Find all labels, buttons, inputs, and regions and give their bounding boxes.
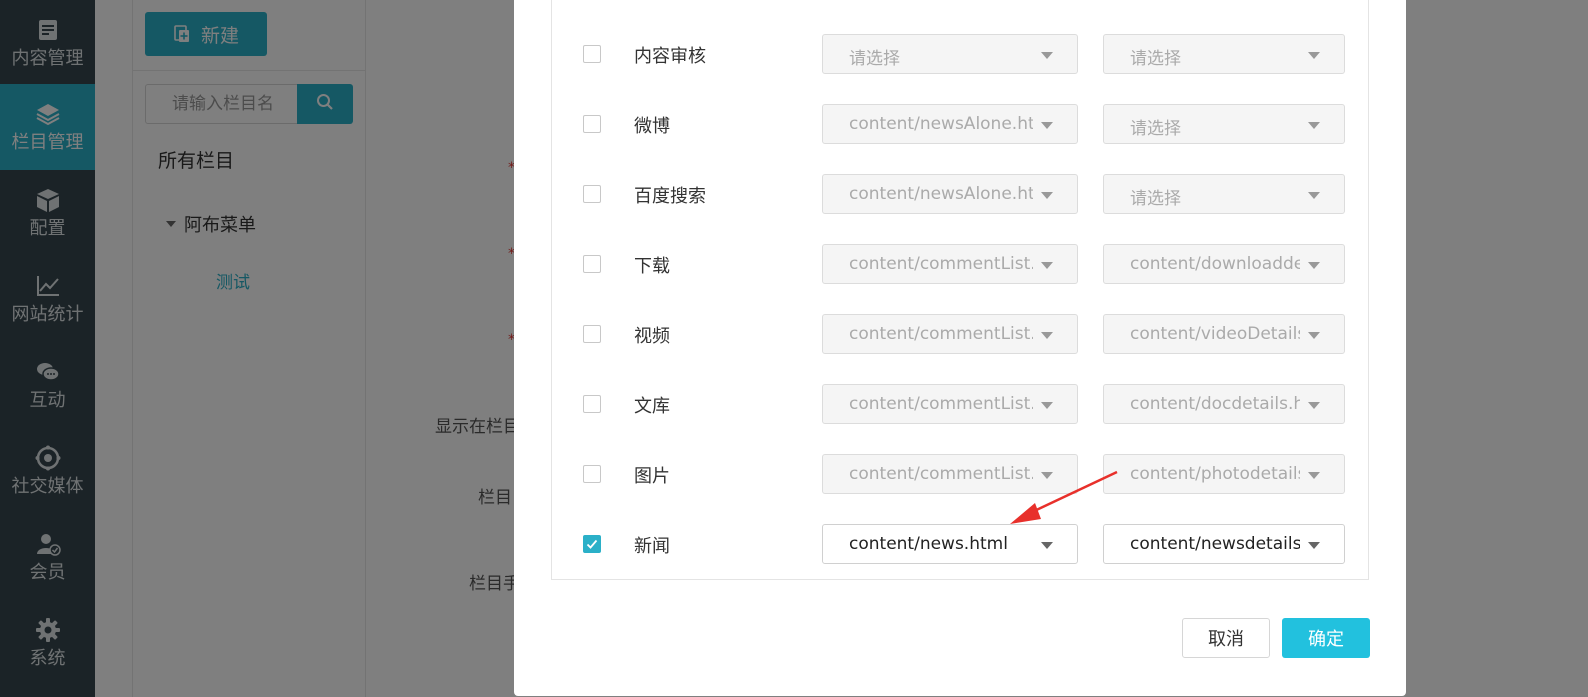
row-label: 文库 bbox=[634, 396, 670, 417]
row-label: 百度搜索 bbox=[634, 186, 706, 207]
caret-down-icon bbox=[1041, 262, 1053, 269]
row-checkbox[interactable] bbox=[583, 185, 601, 203]
list-template-select[interactable]: content/commentList.html bbox=[822, 384, 1078, 424]
select-value: content/news.html bbox=[849, 534, 1008, 554]
caret-down-icon bbox=[1308, 542, 1320, 549]
select-value: content/downloaddetails.html bbox=[1130, 254, 1300, 274]
list-template-select[interactable]: content/commentList.html bbox=[822, 314, 1078, 354]
select-value: content/commentList.html bbox=[849, 394, 1033, 414]
row-label: 视频 bbox=[634, 326, 670, 347]
model-row: 视频 content/commentList.html content/vide… bbox=[0, 299, 1588, 369]
model-row: 百度搜索 content/newsAlone.html 请选择 bbox=[0, 159, 1588, 229]
caret-down-icon bbox=[1041, 332, 1053, 339]
list-template-select[interactable]: 请选择 bbox=[822, 34, 1078, 74]
caret-down-icon bbox=[1041, 472, 1053, 479]
list-template-select[interactable]: content/news.html bbox=[822, 524, 1078, 564]
select-value: 请选择 bbox=[1130, 119, 1181, 139]
row-checkbox[interactable] bbox=[583, 255, 601, 273]
list-template-select[interactable]: content/commentList.html bbox=[822, 454, 1078, 494]
select-value: content/newsAlone.html bbox=[849, 114, 1033, 134]
row-label: 微博 bbox=[634, 116, 670, 137]
row-label: 新闻 bbox=[634, 536, 670, 557]
list-template-select[interactable]: content/newsAlone.html bbox=[822, 174, 1078, 214]
row-label: 图片 bbox=[634, 466, 670, 487]
select-value: content/videoDetails.html bbox=[1130, 324, 1300, 344]
select-value: content/photodetails.html bbox=[1130, 464, 1300, 484]
caret-down-icon bbox=[1308, 472, 1320, 479]
detail-template-select[interactable]: 请选择 bbox=[1103, 174, 1345, 214]
select-value: 请选择 bbox=[1130, 49, 1181, 69]
row-checkbox[interactable] bbox=[583, 395, 601, 413]
caret-down-icon bbox=[1308, 402, 1320, 409]
row-checkbox[interactable] bbox=[583, 535, 601, 553]
row-checkbox[interactable] bbox=[583, 45, 601, 63]
detail-template-select[interactable]: content/newsdetails.html bbox=[1103, 524, 1345, 564]
model-row: 文库 content/commentList.html content/docd… bbox=[0, 369, 1588, 439]
check-icon bbox=[586, 539, 598, 549]
row-checkbox[interactable] bbox=[583, 325, 601, 343]
select-value: content/commentList.html bbox=[849, 464, 1033, 484]
caret-down-icon bbox=[1308, 262, 1320, 269]
row-checkbox[interactable] bbox=[583, 115, 601, 133]
caret-down-icon bbox=[1041, 402, 1053, 409]
list-template-select[interactable]: content/commentList.html bbox=[822, 244, 1078, 284]
caret-down-icon bbox=[1041, 122, 1053, 129]
caret-down-icon bbox=[1041, 52, 1053, 59]
select-value: 请选择 bbox=[1130, 189, 1181, 209]
row-label: 下载 bbox=[634, 256, 670, 277]
confirm-button[interactable]: 确定 bbox=[1282, 618, 1370, 658]
model-row: 图片 content/commentList.html content/phot… bbox=[0, 439, 1588, 509]
caret-down-icon bbox=[1041, 192, 1053, 199]
model-row: 微博 content/newsAlone.html 请选择 bbox=[0, 89, 1588, 159]
caret-down-icon bbox=[1308, 52, 1320, 59]
select-value: 请选择 bbox=[849, 49, 900, 69]
cancel-button[interactable]: 取消 bbox=[1182, 618, 1270, 658]
detail-template-select[interactable]: 请选择 bbox=[1103, 34, 1345, 74]
model-row: 下载 content/commentList.html content/down… bbox=[0, 229, 1588, 299]
caret-down-icon bbox=[1041, 542, 1053, 549]
row-label: 内容审核 bbox=[634, 46, 706, 67]
detail-template-select[interactable]: content/videoDetails.html bbox=[1103, 314, 1345, 354]
select-value: content/newsdetails.html bbox=[1130, 534, 1300, 554]
list-template-select[interactable]: content/newsAlone.html bbox=[822, 104, 1078, 144]
caret-down-icon bbox=[1308, 192, 1320, 199]
detail-template-select[interactable]: content/downloaddetails.html bbox=[1103, 244, 1345, 284]
select-value: content/commentList.html bbox=[849, 324, 1033, 344]
select-value: content/newsAlone.html bbox=[849, 184, 1033, 204]
detail-template-select[interactable]: 请选择 bbox=[1103, 104, 1345, 144]
detail-template-select[interactable]: content/docdetails.html bbox=[1103, 384, 1345, 424]
select-value: content/docdetails.html bbox=[1130, 394, 1300, 414]
model-row: 内容审核 请选择 请选择 bbox=[0, 19, 1588, 89]
caret-down-icon bbox=[1308, 122, 1320, 129]
select-value: content/commentList.html bbox=[849, 254, 1033, 274]
detail-template-select[interactable]: content/photodetails.html bbox=[1103, 454, 1345, 494]
row-checkbox[interactable] bbox=[583, 465, 601, 483]
caret-down-icon bbox=[1308, 332, 1320, 339]
model-row: 新闻 content/news.html content/newsdetails… bbox=[0, 509, 1588, 579]
